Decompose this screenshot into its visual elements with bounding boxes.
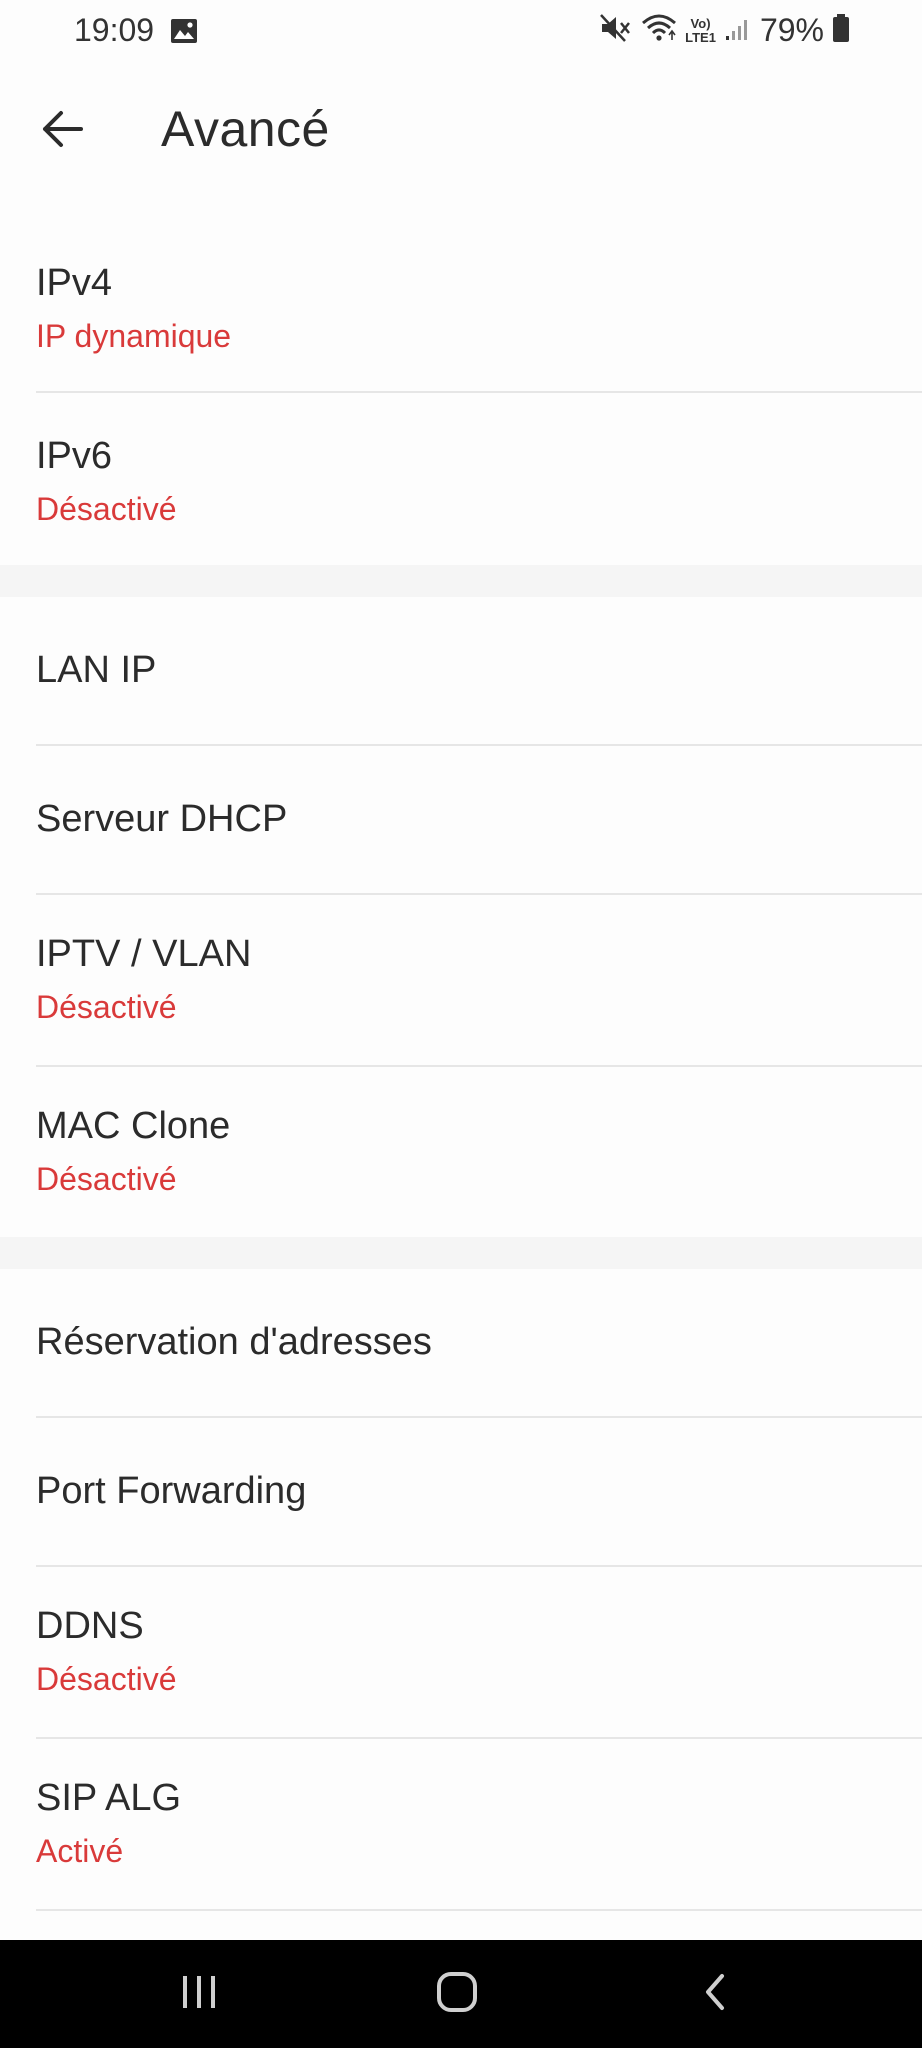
item-title: DDNS: [36, 1605, 144, 1647]
item-status: Désactivé: [36, 1161, 177, 1197]
list-item-ipv6[interactable]: IPv6 Désactivé: [0, 393, 922, 565]
item-title: Serveur DHCP: [36, 798, 288, 840]
volte-label-bottom: LTE1: [685, 29, 716, 45]
list-item-ddns[interactable]: DDNS Désactivé: [0, 1567, 922, 1739]
list-item-ipv4[interactable]: IPv4 IP dynamique: [0, 240, 922, 393]
back-button[interactable]: [30, 102, 96, 160]
list-item-dhcp-server[interactable]: Serveur DHCP: [0, 746, 922, 895]
home-button[interactable]: [412, 1960, 502, 2028]
item-status: IP dynamique: [36, 318, 232, 354]
item-title: IPv4: [36, 262, 113, 304]
page-title: Avancé: [161, 101, 330, 157]
section-gap: [0, 1237, 922, 1269]
recent-apps-icon: [179, 1974, 219, 2015]
back-icon: [700, 1972, 730, 2017]
item-title: IPv6: [36, 435, 113, 477]
item-status: Désactivé: [36, 989, 177, 1025]
list-item-mac-clone[interactable]: MAC Clone Désactivé: [0, 1067, 922, 1237]
status-time: 19:09: [74, 12, 155, 48]
list-item-sip-alg[interactable]: SIP ALG Activé: [0, 1739, 922, 1911]
status-bar: 19:09 Vo) LTE1 79%: [0, 0, 922, 66]
item-status: Activé: [36, 1833, 124, 1869]
status-icons: Vo) LTE1 79%: [599, 12, 850, 49]
list-item-port-forwarding[interactable]: Port Forwarding: [0, 1418, 922, 1567]
list-item-iptv-vlan[interactable]: IPTV / VLAN Désactivé: [0, 895, 922, 1067]
item-status: Désactivé: [36, 1661, 177, 1697]
home-icon: [436, 1971, 478, 2018]
list-item-address-reservation[interactable]: Réservation d'adresses: [0, 1269, 922, 1418]
item-title: IPTV / VLAN: [36, 933, 252, 975]
divider: [36, 1909, 922, 1911]
gallery-icon: [170, 18, 198, 49]
list-item-lan-ip[interactable]: LAN IP: [0, 597, 922, 746]
arrow-left-icon: [41, 110, 85, 153]
item-title: LAN IP: [36, 649, 157, 691]
item-title: Réservation d'adresses: [36, 1321, 432, 1363]
mute-icon: [599, 13, 633, 48]
signal-icon: [724, 14, 752, 47]
volte-icon: Vo) LTE1: [685, 15, 716, 45]
item-status: Désactivé: [36, 491, 177, 527]
recent-apps-button[interactable]: [154, 1960, 244, 2028]
item-title: MAC Clone: [36, 1105, 231, 1147]
volte-label-top: Vo): [690, 15, 711, 31]
back-nav-button[interactable]: [670, 1960, 760, 2028]
app-bar: Avancé: [0, 66, 922, 196]
item-title: SIP ALG: [36, 1777, 182, 1819]
section-gap: [0, 565, 922, 597]
battery-icon: [832, 13, 850, 48]
system-nav-bar: [0, 1940, 922, 2048]
item-title: Port Forwarding: [36, 1470, 307, 1512]
wifi-icon: [641, 13, 677, 48]
battery-percent: 79%: [759, 12, 824, 48]
